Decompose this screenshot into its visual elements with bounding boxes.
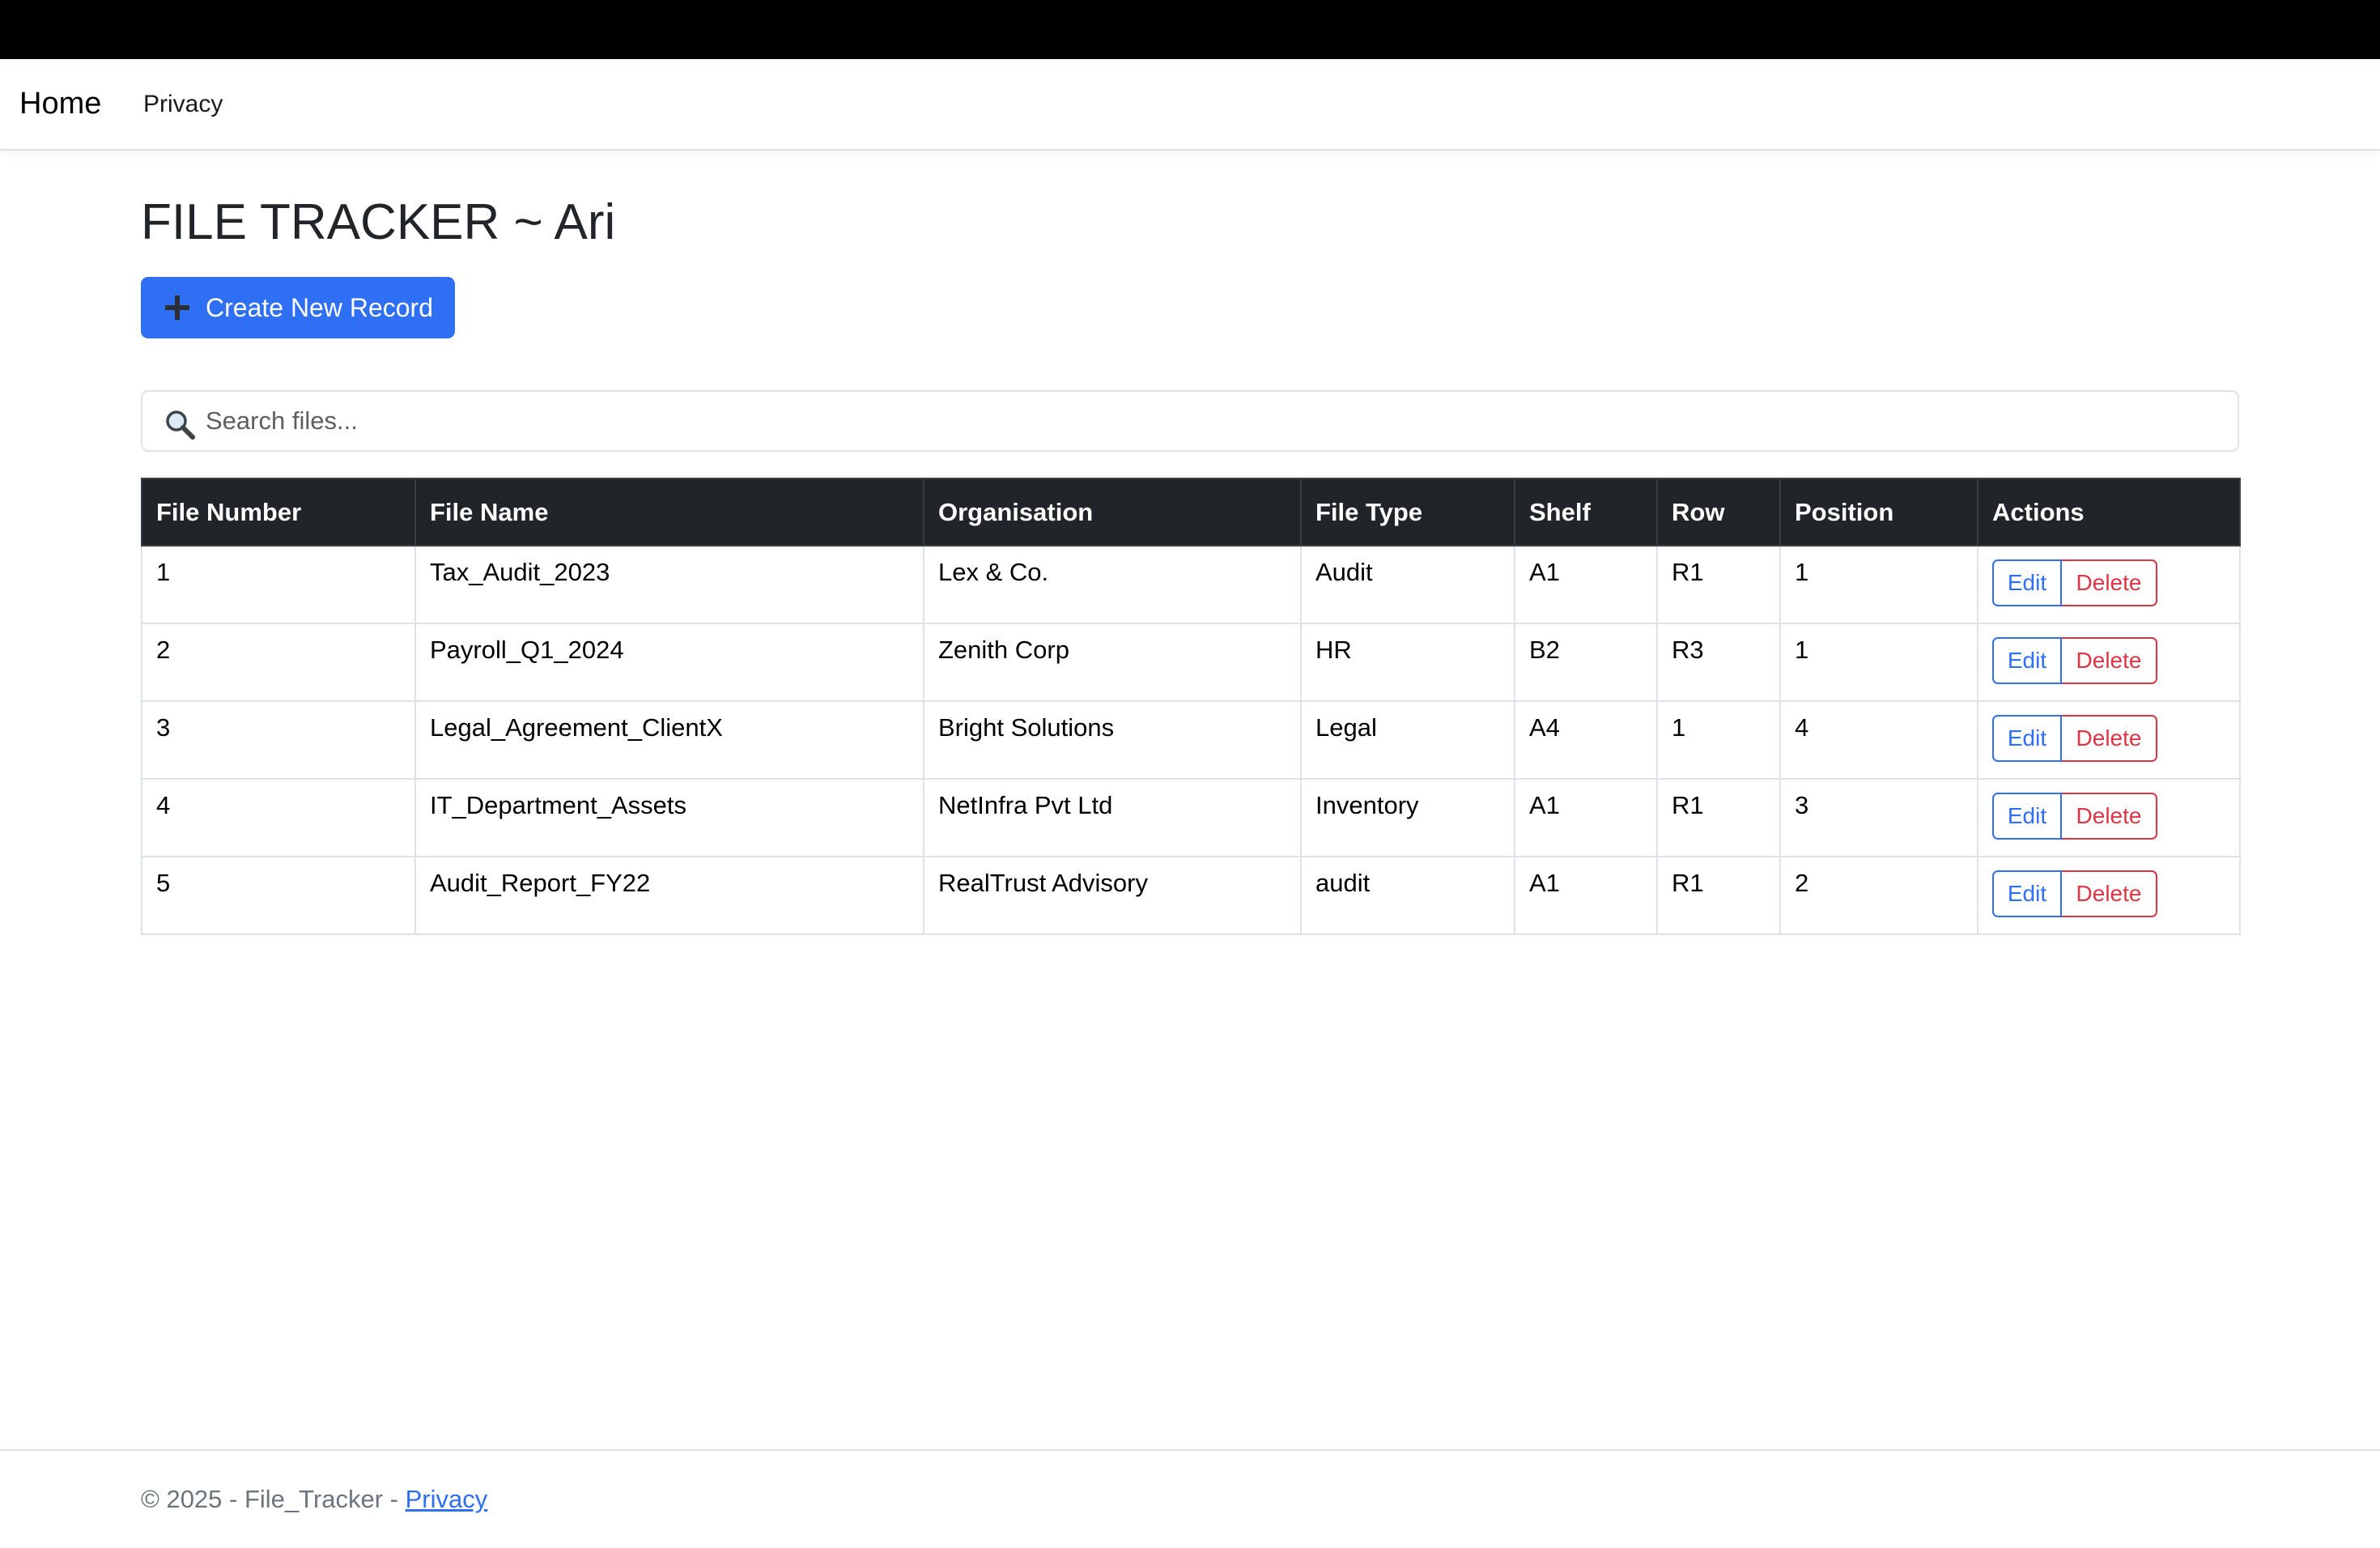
delete-button[interactable]: Delete — [2062, 793, 2157, 840]
cell-actions: Edit Delete — [1977, 623, 2241, 702]
cell-file-number: 4 — [141, 778, 416, 857]
action-buttons: Edit Delete — [1992, 637, 2157, 684]
edit-button[interactable]: Edit — [1992, 637, 2062, 684]
action-buttons: Edit Delete — [1992, 559, 2157, 606]
action-buttons: Edit Delete — [1992, 715, 2157, 762]
cell-actions: Edit Delete — [1977, 778, 2241, 857]
navbar: Home Privacy — [0, 59, 2380, 151]
cell-file-number: 3 — [141, 700, 416, 780]
table-header-row: File Number File Name Organisation File … — [141, 478, 2241, 546]
cell-file-name: Payroll_Q1_2024 — [414, 623, 924, 702]
footer-privacy-link[interactable]: Privacy — [406, 1485, 488, 1513]
cell-row: R1 — [1656, 778, 1781, 857]
footer-text: © 2025 - File_Tracker - Privacy — [141, 1483, 487, 1516]
cell-file-number: 2 — [141, 623, 416, 702]
header-organisation: Organisation — [923, 478, 1302, 546]
header-shelf: Shelf — [1514, 478, 1658, 546]
cell-file-number: 5 — [141, 856, 416, 935]
search-box — [141, 390, 2239, 452]
cell-position: 1 — [1779, 623, 1978, 702]
cell-organisation: RealTrust Advisory — [923, 856, 1302, 935]
header-file-type: File Type — [1300, 478, 1515, 546]
table-row: 4 IT_Department_Assets NetInfra Pvt Ltd … — [141, 778, 2241, 857]
table-row: 2 Payroll_Q1_2024 Zenith Corp HR B2 R3 1… — [141, 623, 2241, 702]
magnifier-icon — [166, 410, 195, 440]
cell-organisation: Bright Solutions — [923, 700, 1302, 780]
create-new-record-button[interactable]: Create New Record — [141, 277, 455, 338]
cell-file-number: 1 — [141, 545, 416, 624]
header-position: Position — [1779, 478, 1978, 546]
table-row: 5 Audit_Report_FY22 RealTrust Advisory a… — [141, 856, 2241, 935]
create-new-record-label: Create New Record — [206, 292, 433, 322]
edit-button[interactable]: Edit — [1992, 793, 2062, 840]
cell-shelf: A1 — [1514, 856, 1658, 935]
cell-actions: Edit Delete — [1977, 856, 2241, 935]
cell-row: R1 — [1656, 545, 1781, 624]
cell-shelf: A1 — [1514, 545, 1658, 624]
cell-organisation: Lex & Co. — [923, 545, 1302, 624]
delete-button[interactable]: Delete — [2062, 559, 2157, 606]
cell-position: 1 — [1779, 545, 1978, 624]
cell-organisation: NetInfra Pvt Ltd — [923, 778, 1302, 857]
edit-button[interactable]: Edit — [1992, 870, 2062, 917]
cell-file-name: Tax_Audit_2023 — [414, 545, 924, 624]
cell-actions: Edit Delete — [1977, 700, 2241, 780]
edit-button[interactable]: Edit — [1992, 559, 2062, 606]
header-actions: Actions — [1977, 478, 2241, 546]
files-table: File Number File Name Organisation File … — [141, 478, 2241, 935]
cell-row: R3 — [1656, 623, 1781, 702]
cell-file-name: Audit_Report_FY22 — [414, 856, 924, 935]
action-buttons: Edit Delete — [1992, 870, 2157, 917]
search-input[interactable] — [206, 392, 2213, 450]
cell-position: 4 — [1779, 700, 1978, 780]
nav-home-link[interactable]: Home — [19, 59, 101, 149]
cell-file-name: IT_Department_Assets — [414, 778, 924, 857]
browser-top-bar — [0, 0, 2380, 59]
header-row: Row — [1656, 478, 1781, 546]
page-title: FILE TRACKER ~ Ari — [141, 194, 616, 250]
cell-file-type: audit — [1300, 856, 1515, 935]
cell-organisation: Zenith Corp — [923, 623, 1302, 702]
cell-actions: Edit Delete — [1977, 545, 2241, 624]
cell-file-type: Audit — [1300, 545, 1515, 624]
plus-icon — [165, 296, 189, 320]
cell-file-name: Legal_Agreement_ClientX — [414, 700, 924, 780]
delete-button[interactable]: Delete — [2062, 870, 2157, 917]
header-file-number: File Number — [141, 478, 416, 546]
table-row: 1 Tax_Audit_2023 Lex & Co. Audit A1 R1 1… — [141, 545, 2241, 624]
cell-file-type: Inventory — [1300, 778, 1515, 857]
cell-position: 2 — [1779, 856, 1978, 935]
footer: © 2025 - File_Tracker - Privacy — [0, 1449, 2380, 1548]
edit-button[interactable]: Edit — [1992, 715, 2062, 762]
action-buttons: Edit Delete — [1992, 793, 2157, 840]
table-row: 3 Legal_Agreement_ClientX Bright Solutio… — [141, 700, 2241, 780]
cell-position: 3 — [1779, 778, 1978, 857]
nav-privacy-link[interactable]: Privacy — [143, 59, 223, 149]
cell-shelf: A1 — [1514, 778, 1658, 857]
cell-shelf: B2 — [1514, 623, 1658, 702]
delete-button[interactable]: Delete — [2062, 715, 2157, 762]
cell-row: 1 — [1656, 700, 1781, 780]
cell-row: R1 — [1656, 856, 1781, 935]
header-file-name: File Name — [414, 478, 924, 546]
cell-shelf: A4 — [1514, 700, 1658, 780]
cell-file-type: Legal — [1300, 700, 1515, 780]
delete-button[interactable]: Delete — [2062, 637, 2157, 684]
footer-copyright: © 2025 - File_Tracker - — [141, 1485, 406, 1513]
cell-file-type: HR — [1300, 623, 1515, 702]
